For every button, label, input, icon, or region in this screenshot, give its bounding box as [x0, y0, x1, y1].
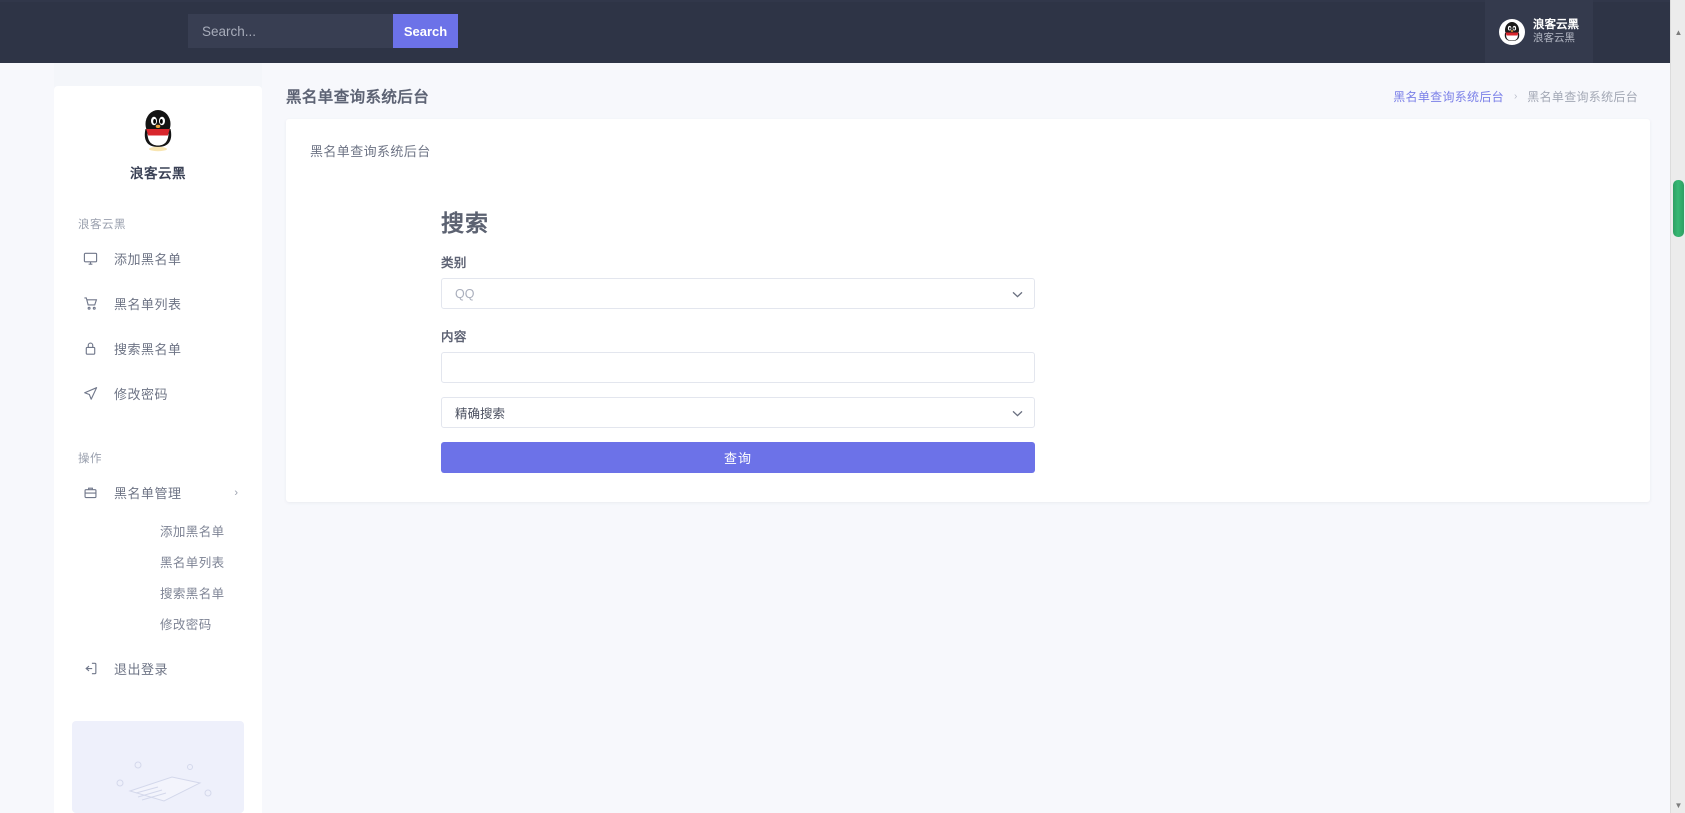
- search-button[interactable]: Search: [393, 14, 458, 48]
- search-input[interactable]: [188, 14, 393, 48]
- page-title: 黑名单查询系统后台: [286, 85, 429, 107]
- user-name: 浪客云黑: [1533, 18, 1579, 32]
- sidebar-item-label: 黑名单列表: [114, 294, 182, 313]
- sidebar: 浪客云黑 浪客云黑 添加黑名单 黑名单列表 搜索黑名单: [54, 86, 262, 813]
- scrollbar-top-cap: ▲: [1670, 0, 1685, 63]
- sidebar-subitem-label: 黑名单列表: [160, 552, 225, 571]
- search-mode-select[interactable]: 精确搜索: [441, 397, 1035, 428]
- sidebar-item-search-blacklist[interactable]: 搜索黑名单: [54, 326, 262, 371]
- sidebar-brand-name: 浪客云黑: [130, 162, 186, 182]
- scrollbar-thumb[interactable]: [1673, 180, 1684, 237]
- sidebar-section-title-ops: 操作: [78, 450, 262, 466]
- query-submit-button[interactable]: 查询: [441, 442, 1035, 473]
- category-select-value: QQ: [455, 287, 474, 301]
- sidebar-item-label: 退出登录: [114, 659, 168, 678]
- sidebar-subitem-label: 搜索黑名单: [160, 583, 225, 602]
- form-heading: 搜索: [441, 204, 1035, 238]
- category-select[interactable]: QQ: [441, 278, 1035, 309]
- sidebar-item-blacklist-list[interactable]: 黑名单列表: [54, 281, 262, 326]
- sidebar-item-label: 添加黑名单: [114, 249, 182, 268]
- send-icon: [82, 386, 98, 402]
- global-search-group: Search: [188, 14, 458, 48]
- page-header: 黑名单查询系统后台 黑名单查询系统后台 › 黑名单查询系统后台: [262, 63, 1674, 119]
- briefcase-icon: [82, 485, 98, 501]
- sidebar-section-title-main: 浪客云黑: [78, 216, 262, 232]
- sidebar-subitem-blacklist-list[interactable]: 黑名单列表: [54, 546, 262, 577]
- sidebar-item-label: 黑名单管理: [114, 483, 182, 502]
- user-meta: 浪客云黑 浪客云黑: [1533, 18, 1579, 46]
- breadcrumb-current: 黑名单查询系统后台: [1527, 88, 1638, 105]
- search-form: 搜索 类别 QQ 内容 精确搜索: [441, 204, 1035, 473]
- chevron-right-icon: ›: [234, 487, 238, 499]
- promo-illustration-icon: [72, 721, 244, 813]
- topbar-top-edge: [0, 0, 1685, 2]
- content-label: 内容: [441, 326, 1035, 345]
- qq-penguin-avatar-icon: [1499, 19, 1525, 45]
- breadcrumb: 黑名单查询系统后台 › 黑名单查询系统后台: [1393, 85, 1638, 105]
- chevron-down-icon: [1012, 287, 1023, 301]
- sidebar-item-add-blacklist[interactable]: 添加黑名单: [54, 236, 262, 281]
- search-mode-value: 精确搜索: [455, 403, 505, 422]
- vertical-scrollbar[interactable]: ▼: [1670, 63, 1685, 813]
- left-rail: [0, 63, 54, 813]
- scrollbar-up-arrow[interactable]: ▲: [1671, 24, 1685, 40]
- sidebar-item-label: 搜索黑名单: [114, 339, 182, 358]
- chevron-right-icon: ›: [1514, 91, 1517, 102]
- sidebar-item-logout[interactable]: 退出登录: [54, 646, 262, 691]
- user-menu[interactable]: 浪客云黑 浪客云黑: [1485, 0, 1593, 63]
- monitor-icon: [82, 251, 98, 267]
- sidebar-subitem-label: 修改密码: [160, 614, 212, 633]
- content-input[interactable]: [441, 352, 1035, 383]
- category-label: 类别: [441, 252, 1035, 271]
- sidebar-item-blacklist-management[interactable]: 黑名单管理 ›: [54, 470, 262, 515]
- scrollbar-down-arrow[interactable]: ▼: [1671, 797, 1685, 813]
- content-area: 黑名单查询系统后台 黑名单查询系统后台 › 黑名单查询系统后台 黑名单查询系统后…: [262, 63, 1674, 813]
- sidebar-subitem-search-blacklist[interactable]: 搜索黑名单: [54, 577, 262, 608]
- logout-icon: [82, 661, 98, 677]
- sidebar-promo-card: [72, 721, 244, 813]
- sidebar-subitem-change-password[interactable]: 修改密码: [54, 608, 262, 639]
- user-subtitle: 浪客云黑: [1533, 32, 1579, 45]
- sidebar-subitem-label: 添加黑名单: [160, 521, 225, 540]
- qq-penguin-logo-icon: [138, 108, 178, 152]
- sidebar-subitem-add-blacklist[interactable]: 添加黑名单: [54, 515, 262, 546]
- sidebar-item-change-password[interactable]: 修改密码: [54, 371, 262, 416]
- sidebar-brand: 浪客云黑: [54, 86, 262, 182]
- chevron-down-icon: [1012, 406, 1023, 420]
- lock-icon: [82, 341, 98, 357]
- shopping-cart-icon: [82, 296, 98, 312]
- search-card: 黑名单查询系统后台 搜索 类别 QQ 内容 精确搜索: [286, 119, 1650, 502]
- top-bar: Search 浪客云黑 浪客云黑 ▲: [0, 0, 1685, 63]
- breadcrumb-link[interactable]: 黑名单查询系统后台: [1393, 88, 1504, 105]
- card-header: 黑名单查询系统后台: [286, 119, 1650, 160]
- sidebar-item-label: 修改密码: [114, 384, 168, 403]
